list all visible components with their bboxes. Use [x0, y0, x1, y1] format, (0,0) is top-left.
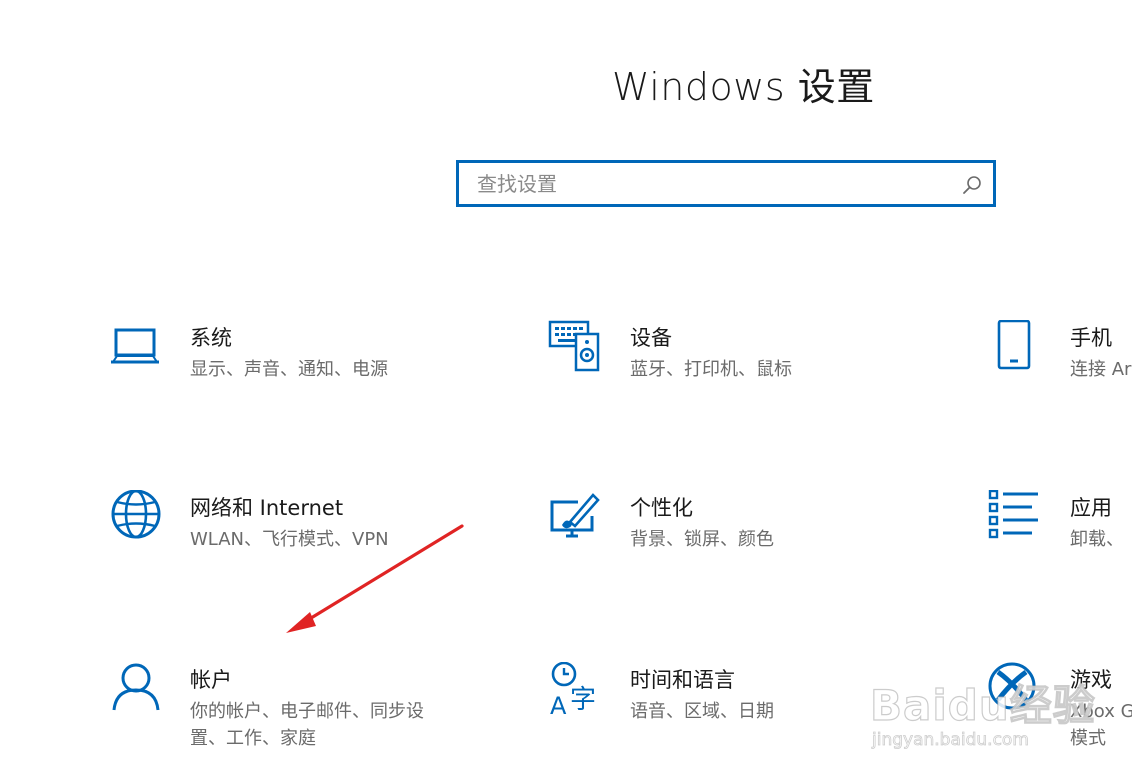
time-language-icon: A 字 — [548, 662, 604, 718]
tile-system[interactable]: 系统 显示、声音、通知、电源 — [108, 320, 468, 430]
paint-brush-screen-icon — [548, 490, 604, 546]
phone-icon — [988, 320, 1044, 376]
tile-title: 游戏 — [1070, 668, 1112, 692]
search-input[interactable] — [459, 163, 949, 204]
svg-text:A: A — [550, 692, 567, 718]
globe-icon — [108, 490, 164, 546]
tile-time-language[interactable]: A 字 时间和语言 语音、区域、日期 — [548, 662, 908, 772]
svg-text:字: 字 — [570, 685, 596, 715]
tile-description: 卸载、 — [1070, 529, 1124, 550]
tile-gaming[interactable]: 游戏 Xbox G 模式 — [988, 662, 1132, 772]
apps-list-icon — [988, 490, 1044, 546]
tile-description: 显示、声音、通知、电源 — [190, 359, 388, 380]
page-title: Windows 设置 — [612, 65, 875, 109]
tile-description: 背景、锁屏、颜色 — [630, 529, 774, 550]
tile-title: 设备 — [630, 326, 672, 350]
tile-apps[interactable]: 应用 卸载、 — [988, 490, 1132, 600]
tile-description: 蓝牙、打印机、鼠标 — [630, 359, 792, 380]
tile-title: 时间和语言 — [630, 668, 735, 692]
annotation-arrow — [286, 524, 464, 633]
xbox-icon — [988, 662, 1044, 718]
tile-description: Xbox G 模式 — [1070, 701, 1132, 749]
person-icon — [108, 662, 164, 718]
search-box[interactable] — [456, 160, 996, 207]
tile-description: 你的帐户、电子邮件、同步设 置、工作、家庭 — [190, 701, 424, 749]
tile-title: 个性化 — [630, 496, 693, 520]
tile-title: 应用 — [1070, 496, 1112, 520]
tile-phone[interactable]: 手机 连接 Ar — [988, 320, 1132, 430]
tile-accounts[interactable]: 帐户 你的帐户、电子邮件、同步设 置、工作、家庭 — [108, 662, 468, 772]
keyboard-speaker-icon — [548, 320, 604, 376]
tile-description: 连接 Ar — [1070, 359, 1132, 380]
laptop-icon — [108, 320, 164, 376]
tile-personalization[interactable]: 个性化 背景、锁屏、颜色 — [548, 490, 908, 600]
tile-title: 手机 — [1070, 326, 1112, 350]
tile-title: 系统 — [190, 326, 232, 350]
search-icon[interactable] — [961, 174, 983, 196]
tile-devices[interactable]: 设备 蓝牙、打印机、鼠标 — [548, 320, 908, 430]
tile-title: 网络和 Internet — [190, 496, 344, 520]
tile-description: 语音、区域、日期 — [630, 701, 774, 722]
tile-title: 帐户 — [190, 668, 232, 692]
